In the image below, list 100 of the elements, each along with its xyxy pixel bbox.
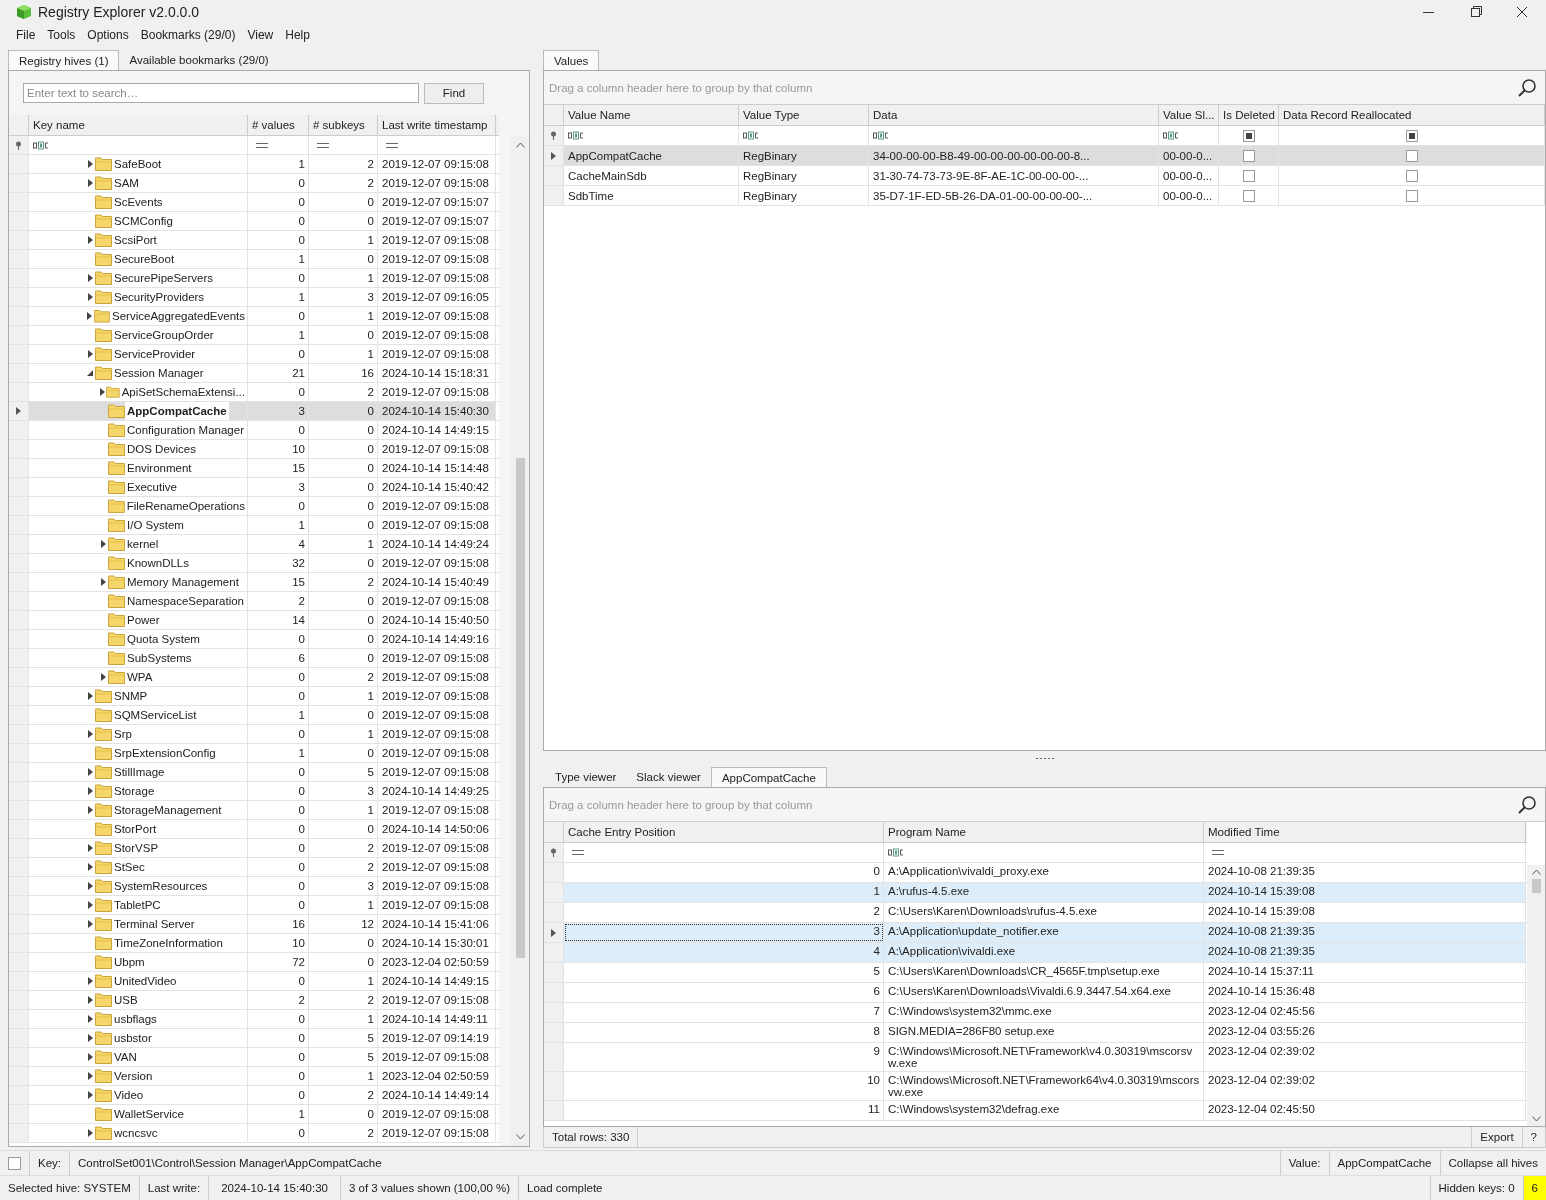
value-row[interactable]: AppCompatCache RegBinary 34-00-00-00-B8-49-00-00-00-00-00-00-8... 00-00-0... [544,146,1545,166]
help-button[interactable]: ? [1522,1127,1545,1147]
key-row[interactable]: Storage 0 3 2024-10-14 14:49:25 [9,782,499,801]
key-row[interactable]: UnitedVideo 0 1 2024-10-14 14:49:15 [9,972,499,991]
value-row[interactable]: SdbTime RegBinary 35-D7-1F-ED-5B-26-DA-01-00-00-00-00-... 00-00-0... [544,186,1545,206]
values-tab[interactable]: Values [543,50,600,70]
key-row[interactable]: ScEvents 0 0 2019-12-07 09:15:07 [9,193,499,212]
column-header[interactable]: # subkeys [309,115,378,135]
cache-row[interactable]: 4 A:\Application\vivaldi.exe 2024-10-08 21:39:35 [544,943,1527,963]
tab[interactable]: Available bookmarks (29/0) [119,50,279,70]
expander-icon[interactable] [99,540,107,548]
expander-icon[interactable] [86,692,94,700]
key-row[interactable]: SecurePipeServers 0 1 2019-12-07 09:15:08 [9,269,499,288]
key-row[interactable]: KnownDLLs 32 0 2019-12-07 09:15:08 [9,554,499,573]
tab[interactable]: Slack viewer [626,767,711,787]
key-row[interactable]: StillImage 0 5 2019-12-07 09:15:08 [9,763,499,782]
key-row[interactable]: Session Manager 21 16 2024-10-14 15:18:31 [9,364,499,383]
cache-row[interactable]: 8 SIGN.MEDIA=286F80 setup.exe 2023-12-04 03:55:26 [544,1023,1527,1043]
key-row[interactable]: StorageManagement 0 1 2019-12-07 09:15:08 [9,801,499,820]
key-row[interactable]: Environment 15 0 2024-10-14 15:14:48 [9,459,499,478]
checkbox[interactable] [1242,189,1255,202]
scroll-up-icon[interactable] [515,142,525,148]
key-row[interactable]: StorPort 0 0 2024-10-14 14:50:06 [9,820,499,839]
key-row[interactable]: SCMConfig 0 0 2019-12-07 09:15:07 [9,212,499,231]
expander-icon[interactable] [86,1015,94,1023]
find-button[interactable]: Find [424,82,484,104]
column-header[interactable]: Last write timestamp [378,115,496,135]
expander-icon[interactable] [86,920,94,928]
key-row[interactable]: I/O System 1 0 2019-12-07 09:15:08 [9,516,499,535]
checkbox[interactable] [1405,169,1418,182]
key-row[interactable]: wcncsvc 0 2 2019-12-07 09:15:08 [9,1124,499,1143]
key-row[interactable]: Executive 3 0 2024-10-14 15:40:42 [9,478,499,497]
expander-icon[interactable] [86,179,94,187]
key-row[interactable]: ServiceAggregatedEvents 0 1 2019-12-07 09:15:08 [9,307,499,326]
key-row[interactable]: SecureBoot 1 0 2019-12-07 09:15:08 [9,250,499,269]
key-row[interactable]: StSec 0 2 2019-12-07 09:15:08 [9,858,499,877]
column-header[interactable]: Data [869,105,1159,125]
key-row[interactable]: SQMServiceList 1 0 2019-12-07 09:15:08 [9,706,499,725]
column-header[interactable]: Key name [29,115,248,135]
key-row[interactable]: kernel 4 1 2024-10-14 14:49:24 [9,535,499,554]
menu-item[interactable]: File [10,28,42,42]
key-row[interactable]: SNMP 0 1 2019-12-07 09:15:08 [9,687,499,706]
key-row[interactable]: Ubpm 72 0 2023-12-04 02:50:59 [9,953,499,972]
scrollbar-thumb[interactable] [1531,879,1541,893]
expander-icon[interactable] [99,578,107,586]
key-row[interactable]: VAN 0 5 2019-12-07 09:15:08 [9,1048,499,1067]
tab[interactable]: Type viewer [545,767,627,787]
column-header[interactable]: Value Name [564,105,739,125]
expander-icon[interactable] [86,882,94,890]
column-header[interactable]: Value Type [739,105,869,125]
search-icon[interactable] [1517,77,1537,98]
expander-icon[interactable] [86,160,94,168]
search-icon[interactable] [1517,794,1537,815]
key-row[interactable]: FileRenameOperations 0 0 2019-12-07 09:15:08 [9,497,499,516]
cache-row[interactable]: 5 C:\Users\Karen\Downloads\CR_4565F.tmp\setup.exe 2024-10-14 15:37:11 [544,963,1527,983]
expander-icon[interactable] [98,388,106,396]
key-row[interactable]: USB 2 2 2019-12-07 09:15:08 [9,991,499,1010]
menu-item[interactable]: View [241,28,280,42]
expander-icon[interactable] [86,977,94,985]
key-row[interactable]: SecurityProviders 1 3 2019-12-07 09:16:05 [9,288,499,307]
expander-icon[interactable] [86,1072,94,1080]
cache-row[interactable]: 10 C:\Windows\Microsoft.NET\Framework64\v4.0.30319\mscorsvw.exe 2023-12-04 02:39:02 [544,1072,1527,1101]
key-row[interactable]: StorVSP 0 2 2019-12-07 09:15:08 [9,839,499,858]
expander-icon[interactable] [86,312,94,320]
expander-icon[interactable] [86,350,94,358]
column-header[interactable]: Is Deleted [1219,105,1279,125]
key-row[interactable]: SafeBoot 1 2 2019-12-07 09:15:08 [9,155,499,174]
tab[interactable]: Registry hives (1) [8,50,120,70]
expander-icon[interactable] [86,1129,94,1137]
key-row[interactable]: WPA 0 2 2019-12-07 09:15:08 [9,668,499,687]
expander-icon[interactable] [86,369,94,377]
collapse-all-button[interactable]: Collapse all hives [1440,1151,1546,1175]
cache-row[interactable]: 11 C:\Windows\system32\defrag.exe 2023-12-04 02:45:50 [544,1101,1527,1121]
scrollbar[interactable] [1527,865,1545,1126]
key-row[interactable]: WalletService 1 0 2019-12-07 09:15:08 [9,1105,499,1124]
key-row[interactable]: SAM 0 2 2019-12-07 09:15:08 [9,174,499,193]
checkbox[interactable] [1405,149,1418,162]
cache-row[interactable]: 3 A:\Application\update_notifier.exe 2024-10-08 21:39:35 [544,923,1527,943]
column-header[interactable]: Modified Time [1204,822,1526,842]
scroll-down-icon[interactable] [515,1134,525,1140]
expander-icon[interactable] [86,787,94,795]
expander-icon[interactable] [86,236,94,244]
key-row[interactable]: SrpExtensionConfig 1 0 2019-12-07 09:15:08 [9,744,499,763]
key-row[interactable]: Configuration Manager 0 0 2024-10-14 14:49:15 [9,421,499,440]
column-header[interactable]: Cache Entry Position [564,822,884,842]
filter-checkbox[interactable] [1405,129,1418,142]
expander-icon[interactable] [86,730,94,738]
expander-icon[interactable] [86,768,94,776]
menu-item[interactable]: Help [279,28,316,42]
key-row[interactable]: Power 14 0 2024-10-14 15:40:50 [9,611,499,630]
filter-checkbox[interactable] [1242,129,1255,142]
menu-item[interactable]: Bookmarks (29/0) [134,28,242,42]
expander-icon[interactable] [86,996,94,1004]
expander-icon[interactable] [86,1034,94,1042]
expander-icon[interactable] [86,844,94,852]
key-row[interactable]: usbflags 0 1 2024-10-14 14:49:11 [9,1010,499,1029]
expander-icon[interactable] [99,673,107,681]
value-row[interactable]: CacheMainSdb RegBinary 31-30-74-73-73-9E-8F-AE-1C-00-00-00-... 00-00-0... [544,166,1545,186]
search-field[interactable]: Enter text to search… [23,83,419,103]
key-row[interactable]: Video 0 2 2024-10-14 14:49:14 [9,1086,499,1105]
